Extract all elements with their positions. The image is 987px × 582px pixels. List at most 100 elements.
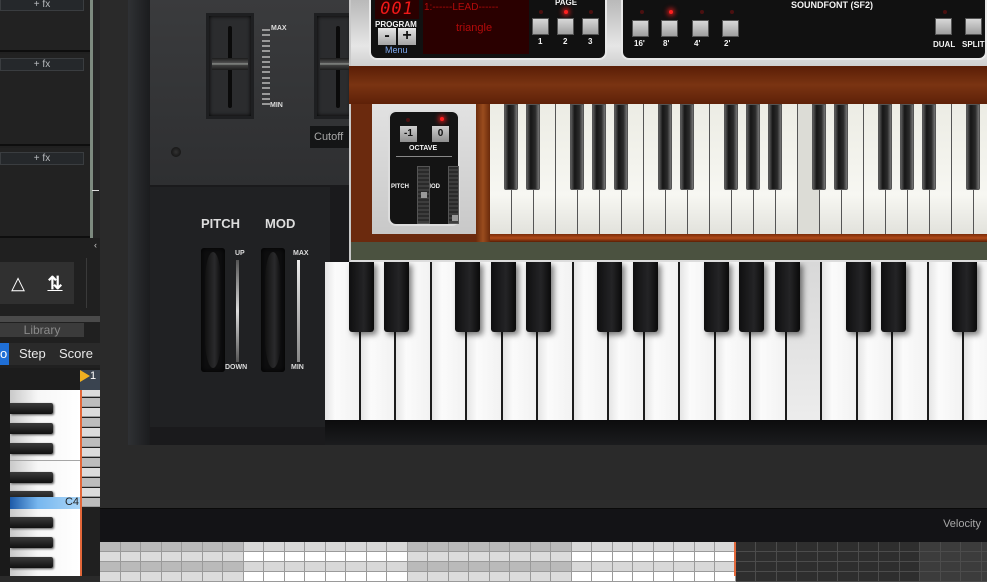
piano-key-black[interactable] <box>10 557 53 568</box>
wheel[interactable] <box>265 252 281 368</box>
piano-key-black[interactable] <box>746 104 760 190</box>
piano-key-black[interactable] <box>592 104 606 190</box>
grid-cell[interactable] <box>736 552 757 562</box>
grid-cell[interactable] <box>326 562 347 572</box>
grid-cell[interactable] <box>941 572 962 582</box>
grid-row[interactable] <box>82 428 100 437</box>
grid-cell[interactable] <box>695 572 716 582</box>
grid-cell[interactable] <box>223 572 244 582</box>
grid-cell[interactable] <box>264 572 285 582</box>
grid-cell[interactable] <box>982 552 987 562</box>
grid-cell[interactable] <box>428 542 449 552</box>
grid-cell[interactable] <box>736 572 757 582</box>
piano-key-black[interactable] <box>680 104 694 190</box>
piano-key-black[interactable] <box>570 104 584 190</box>
grid-cell[interactable] <box>633 572 654 582</box>
grid-cell[interactable] <box>818 572 839 582</box>
grid-cell[interactable] <box>920 562 941 572</box>
grid-cell[interactable] <box>326 542 347 552</box>
grid-cell[interactable] <box>879 552 900 562</box>
grid-cell[interactable] <box>838 572 859 582</box>
grid-cell[interactable] <box>490 562 511 572</box>
vertical-scrollbar[interactable] <box>90 0 93 238</box>
grid-cell[interactable] <box>510 562 531 572</box>
grid-cell[interactable] <box>592 552 613 562</box>
grid-cell[interactable] <box>346 562 367 572</box>
grid-cell[interactable] <box>469 552 490 562</box>
grid-cell[interactable] <box>982 562 987 572</box>
grid-cell[interactable] <box>592 542 613 552</box>
piano-key-black[interactable] <box>455 262 480 332</box>
playhead[interactable] <box>80 388 82 576</box>
grid-cell[interactable] <box>244 542 265 552</box>
piano-key-black[interactable] <box>10 423 53 434</box>
grid-cell[interactable] <box>797 572 818 582</box>
grid-cell[interactable] <box>121 542 142 552</box>
grid-cell[interactable] <box>818 542 839 552</box>
grid-cell[interactable] <box>941 542 962 552</box>
grid-cell[interactable] <box>285 562 306 572</box>
grid-cell[interactable] <box>695 562 716 572</box>
grid-cell[interactable] <box>879 572 900 582</box>
grid-cell[interactable] <box>818 562 839 572</box>
grid-cell[interactable] <box>613 552 634 562</box>
grid-cell[interactable] <box>408 572 429 582</box>
footage-button[interactable] <box>692 20 709 37</box>
piano-key-black[interactable] <box>952 262 977 332</box>
grid-cell[interactable] <box>654 572 675 582</box>
grid-cell[interactable] <box>285 572 306 582</box>
grid-cell[interactable] <box>797 542 818 552</box>
program-plus-button[interactable]: + <box>398 28 416 45</box>
piano-key-black[interactable] <box>966 104 980 190</box>
grid-cell[interactable] <box>838 562 859 572</box>
grid-cell[interactable] <box>449 542 470 552</box>
grid-cell[interactable] <box>162 552 183 562</box>
metronome-icon[interactable]: △ <box>7 272 29 294</box>
piano-roll-grid[interactable] <box>82 388 100 510</box>
grid-cell[interactable] <box>182 552 203 562</box>
piano-key-black[interactable] <box>633 262 658 332</box>
piano-key-black[interactable] <box>10 537 53 548</box>
grid-cell[interactable] <box>490 542 511 552</box>
page-button-1[interactable] <box>532 18 549 35</box>
grid-cell[interactable] <box>961 542 982 552</box>
grid-cell[interactable] <box>428 562 449 572</box>
grid-cell[interactable] <box>818 552 839 562</box>
mod-slider[interactable] <box>448 166 459 224</box>
grid-cell[interactable] <box>531 542 552 552</box>
split-button[interactable] <box>965 18 982 35</box>
slider-handle[interactable] <box>421 192 427 198</box>
piano-key-black[interactable] <box>775 262 800 332</box>
grid-cell[interactable] <box>387 572 408 582</box>
add-fx-button[interactable]: + fx <box>0 152 84 165</box>
pitch-wheel[interactable] <box>201 248 225 372</box>
piano-key-black[interactable] <box>739 262 764 332</box>
piano-roll-keyboard[interactable]: C4 <box>10 390 80 576</box>
piano-key-black[interactable] <box>349 262 374 332</box>
fader[interactable] <box>206 13 254 119</box>
piano-key-black[interactable] <box>491 262 516 332</box>
grid-cell[interactable] <box>736 562 757 572</box>
grid-cell[interactable] <box>592 572 613 582</box>
grid-cell[interactable] <box>920 542 941 552</box>
grid-cell[interactable] <box>203 542 224 552</box>
grid-cell[interactable] <box>859 552 880 562</box>
grid-cell[interactable] <box>756 552 777 562</box>
grid-cell[interactable] <box>408 542 429 552</box>
grid-row[interactable] <box>82 488 100 497</box>
wheel[interactable] <box>205 252 221 368</box>
cutoff-fader[interactable] <box>314 13 354 119</box>
grid-row[interactable] <box>82 478 100 487</box>
piano-key-black[interactable] <box>614 104 628 190</box>
grid-cell[interactable] <box>941 562 962 572</box>
piano-key-black[interactable] <box>10 472 53 483</box>
grid-cell[interactable] <box>654 562 675 572</box>
grid-cell[interactable] <box>777 542 798 552</box>
grid-cell[interactable] <box>531 562 552 572</box>
grid-cell[interactable] <box>654 542 675 552</box>
grid-cell[interactable] <box>100 572 121 582</box>
piano-key-black[interactable] <box>597 262 622 332</box>
grid-cell[interactable] <box>264 542 285 552</box>
grid-cell[interactable] <box>408 552 429 562</box>
grid-cell[interactable] <box>469 572 490 582</box>
